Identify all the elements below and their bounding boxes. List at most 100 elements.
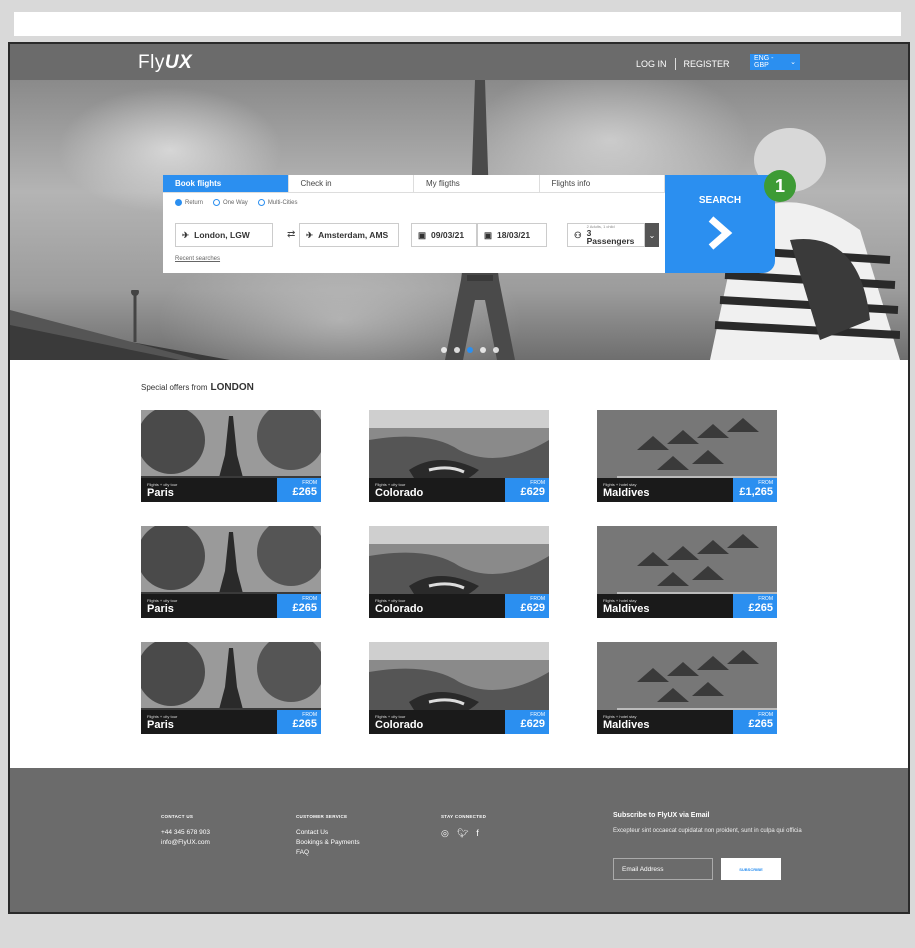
site-header: FlyUX LOG IN REGISTER ENG - GBP ⌄ <box>10 44 908 80</box>
offer-card[interactable]: Flights + hotel stay Maldives FROM £265 <box>597 526 777 618</box>
passengers-field[interactable]: ⚇ 2 Adults, 1 child 3 Passengers <box>567 223 645 247</box>
browser-address-bar[interactable] <box>14 12 901 36</box>
offer-city: Maldives <box>603 487 650 499</box>
offer-city: Maldives <box>603 719 650 731</box>
radio-one-way[interactable]: One Way <box>213 199 248 206</box>
login-link[interactable]: LOG IN <box>636 59 667 69</box>
landing-icon: ✈ <box>306 229 314 240</box>
offer-card[interactable]: Flights + city tour Paris FROM £265 <box>141 642 321 734</box>
offer-price-tag: FROM £1,265 <box>733 478 777 502</box>
facebook-icon[interactable]: f <box>476 828 479 838</box>
offer-from-label: FROM <box>302 596 317 602</box>
auth-links: LOG IN REGISTER <box>636 58 730 70</box>
language-select[interactable]: ENG - GBP ⌄ <box>750 54 800 70</box>
booking-fields: ✈ London, LGW ⇄ ✈ Amsterdam, AMS ▣ 09/03/21… <box>175 223 659 247</box>
carousel-dot[interactable] <box>441 347 447 353</box>
offer-price-tag: FROM £265 <box>733 594 777 618</box>
offer-card[interactable]: Flights + hotel stay Maldives FROM £265 <box>597 642 777 734</box>
logo[interactable]: FlyUX <box>138 52 192 74</box>
carousel-dot[interactable] <box>454 347 460 353</box>
offer-price-tag: FROM £265 <box>277 710 321 734</box>
chevron-down-icon: ⌄ <box>790 59 796 66</box>
contact-phone[interactable]: +44 345 678 903 <box>161 828 210 838</box>
footer-link-bookings[interactable]: Bookings & Payments <box>296 838 360 848</box>
takeoff-icon: ✈ <box>182 229 190 240</box>
footer-link-faq[interactable]: FAQ <box>296 848 360 858</box>
offer-card[interactable]: Flights + city tour Paris FROM £265 <box>141 410 321 502</box>
people-icon: ⚇ <box>574 229 582 240</box>
step-badge: 1 <box>764 170 796 202</box>
recent-searches-link[interactable]: Recent searches <box>175 256 220 262</box>
to-field[interactable]: ✈ Amsterdam, AMS <box>299 223 399 247</box>
auth-divider <box>674 58 676 70</box>
search-button[interactable]: SEARCH <box>665 175 775 273</box>
offer-from-label: FROM <box>302 480 317 486</box>
offer-price: £265 <box>292 602 317 614</box>
swap-icon[interactable]: ⇄ <box>287 229 295 240</box>
offer-card[interactable]: Flights + city tour Paris FROM £265 <box>141 526 321 618</box>
offer-price: £629 <box>520 486 545 498</box>
passengers-dropdown-button[interactable]: ⌄ <box>645 223 659 247</box>
footer-contact: CONTACT US +44 345 678 903 info@FlyUX.co… <box>161 812 210 848</box>
offer-price: £1,265 <box>739 486 773 498</box>
twitter-icon[interactable]: 🐦︎ <box>457 828 468 838</box>
search-label: SEARCH <box>698 195 742 206</box>
radio-label: Multi-Cities <box>267 199 298 206</box>
offer-from-label: FROM <box>530 480 545 486</box>
offer-price: £265 <box>292 486 317 498</box>
instagram-icon[interactable]: ◎ <box>441 828 449 838</box>
passengers-text: 2 Adults, 1 child 3 Passengers <box>587 224 638 246</box>
tab-book-flights[interactable]: Book flights <box>163 175 289 192</box>
offer-card[interactable]: Flights + city tour Colorado FROM £629 <box>369 642 549 734</box>
from-field[interactable]: ✈ London, LGW <box>175 223 273 247</box>
footer-service: CUSTOMER SERVICE Contact Us Bookings & P… <box>296 812 360 858</box>
offer-price-tag: FROM £265 <box>277 594 321 618</box>
subscribe-section: Subscribe to FlyUX via Email Excepteur s… <box>613 812 803 836</box>
chevron-right-icon <box>708 216 733 250</box>
register-link[interactable]: REGISTER <box>684 59 730 69</box>
radio-dot-icon <box>213 199 221 206</box>
subscribe-text: Excepteur sint occaecat cupidatat non pr… <box>613 828 802 834</box>
offer-card[interactable]: Flights + city tour Colorado FROM £629 <box>369 410 549 502</box>
offer-price-tag: FROM £629 <box>505 478 549 502</box>
return-date-field[interactable]: ▣ 18/03/21 <box>477 223 547 247</box>
logo-text-bold: UX <box>164 52 193 73</box>
tab-check-in[interactable]: Check in <box>289 175 414 192</box>
calendar-icon: ▣ <box>418 229 427 240</box>
contact-email[interactable]: info@FlyUX.com <box>161 838 210 848</box>
offer-price-tag: FROM £629 <box>505 594 549 618</box>
offer-city: Maldives <box>603 603 650 615</box>
tab-my-flights[interactable]: My fligths <box>414 175 540 192</box>
offer-price-tag: FROM £265 <box>277 478 321 502</box>
offer-from-label: FROM <box>758 480 773 486</box>
offer-card[interactable]: Flights + city tour Colorado FROM £629 <box>369 526 549 618</box>
offer-city: Colorado <box>375 603 424 615</box>
offer-price: £265 <box>748 718 773 730</box>
booking-tabs: Book flights Check in My fligths Flights… <box>163 175 665 193</box>
footer-link-contact[interactable]: Contact Us <box>296 828 360 838</box>
offer-city: Colorado <box>375 487 424 499</box>
carousel-dot[interactable] <box>480 347 486 353</box>
tab-flights-info[interactable]: Flights info <box>540 175 665 192</box>
radio-return[interactable]: Return <box>175 199 203 206</box>
carousel-dots <box>441 347 499 353</box>
offer-price: £629 <box>520 718 545 730</box>
return-value: 18/03/21 <box>497 230 531 240</box>
depart-date-field[interactable]: ▣ 09/03/21 <box>411 223 477 247</box>
carousel-dot[interactable] <box>493 347 499 353</box>
subscribe-button[interactable]: SUBSCRIBE <box>721 858 781 880</box>
email-input[interactable]: Email Address <box>613 858 713 880</box>
offer-card[interactable]: Flights + hotel stay Maldives FROM £1,265 <box>597 410 777 502</box>
depart-value: 09/03/21 <box>431 230 465 240</box>
subscribe-heading: Subscribe to FlyUX via Email <box>613 812 710 819</box>
carousel-dot-active[interactable] <box>467 347 473 353</box>
hero-banner: Book flights Check in My fligths Flights… <box>10 80 908 360</box>
radio-multi-cities[interactable]: Multi-Cities <box>257 199 298 206</box>
language-value: ENG - GBP <box>754 55 774 69</box>
footer-heading: CONTACT US <box>161 814 194 819</box>
booking-widget: Book flights Check in My fligths Flights… <box>163 175 665 273</box>
calendar-icon: ▣ <box>484 229 493 240</box>
offer-city: Paris <box>147 719 174 731</box>
footer-social: STAY CONNECTED ◎ 🐦︎ f <box>441 812 486 838</box>
radio-label: One Way <box>223 199 248 206</box>
